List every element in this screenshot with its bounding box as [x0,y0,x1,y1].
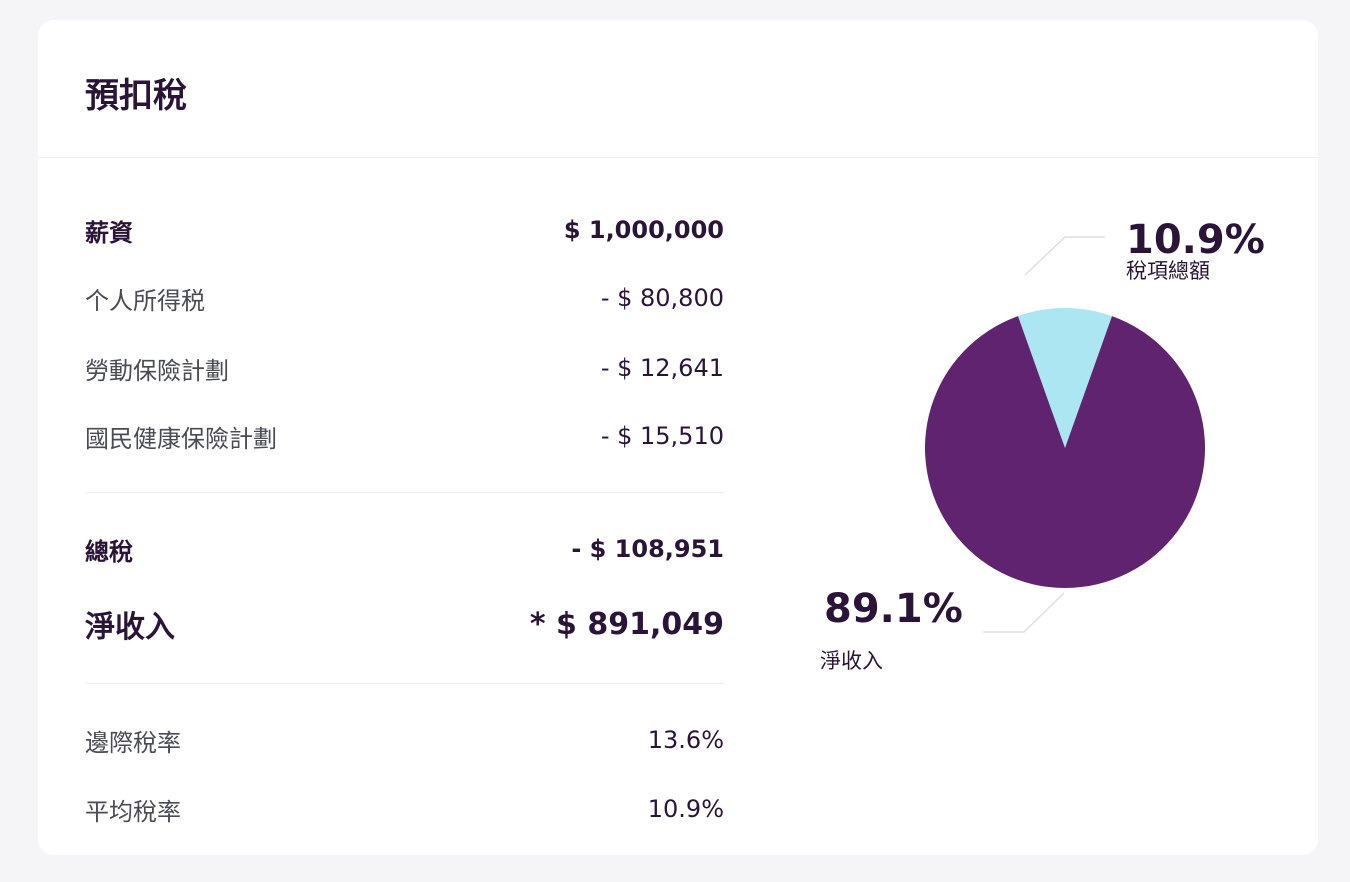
income-tax-label: 个人所得税 [85,286,205,315]
income-tax-row: 个人所得税 - $ 80,800 [85,282,724,315]
health-insurance-value: - $ 15,510 [600,422,724,450]
average-rate-row: 平均稅率 10.9% [85,793,724,826]
card-header: 預扣稅 [38,20,1318,158]
labor-insurance-row: 勞動保險計劃 - $ 12,641 [85,352,724,385]
net-income-row: 淨收入 * $ 891,049 [85,604,724,646]
card-title: 預扣稅 [85,76,187,116]
health-insurance-label: 國民健康保險計劃 [85,424,277,453]
net-slice-percent: 89.1% [824,586,963,632]
health-insurance-row: 國民健康保險計劃 - $ 15,510 [85,420,724,453]
marginal-rate-label: 邊際稅率 [85,728,181,757]
total-tax-label: 總稅 [85,537,133,566]
tax-slice-name: 稅項總額 [1126,259,1210,283]
total-tax-row: 總稅 - $ 108,951 [85,533,724,566]
marginal-rate-row: 邊際稅率 13.6% [85,724,724,757]
tax-pie-chart: 10.9% 稅項總額 89.1% 淨收入 [778,180,1318,720]
salary-value: $ 1,000,000 [563,216,724,244]
marginal-rate-value: 13.6% [647,726,724,754]
salary-label: 薪資 [85,218,133,247]
tax-slice-percent: 10.9% [1126,217,1265,263]
net-slice-name: 淨收入 [820,649,883,673]
income-tax-value: - $ 80,800 [600,284,724,312]
average-rate-label: 平均稅率 [85,797,181,826]
labor-insurance-label: 勞動保險計劃 [85,356,229,385]
net-leader-line [983,592,1065,633]
divider [85,683,724,684]
net-income-value: * $ 891,049 [529,606,724,642]
divider [85,492,724,493]
average-rate-value: 10.9% [647,795,724,823]
labor-insurance-value: - $ 12,641 [600,354,724,382]
net-income-label: 淨收入 [85,610,175,645]
salary-row: 薪資 $ 1,000,000 [85,214,724,247]
total-tax-value: - $ 108,951 [571,535,724,563]
withholding-tax-card: 預扣稅 薪資 $ 1,000,000 个人所得税 - $ 80,800 勞動保險… [38,20,1318,855]
tax-leader-line [1024,236,1105,276]
